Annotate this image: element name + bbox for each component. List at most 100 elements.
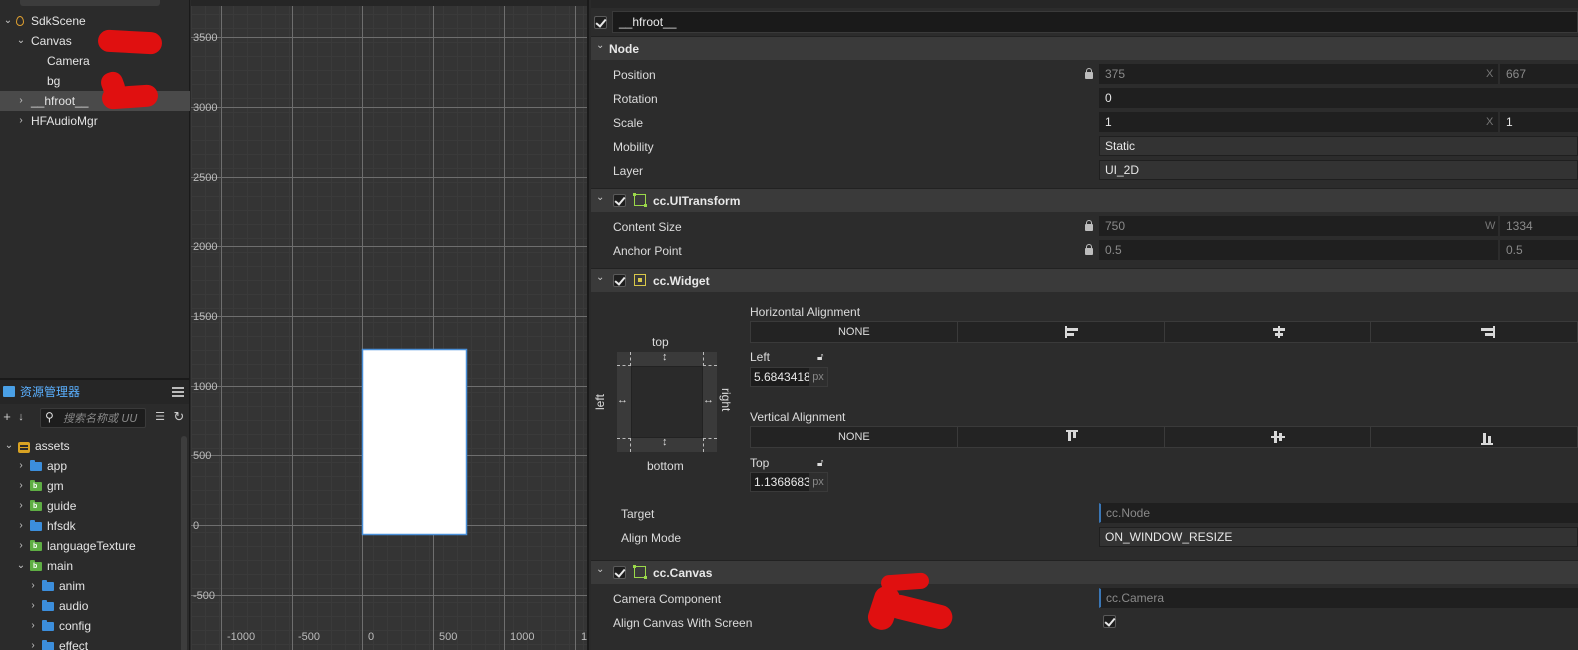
arrow-vertical-icon[interactable]: ↕ <box>662 436 668 448</box>
chevron-right-icon[interactable]: › <box>15 456 27 476</box>
asset-item-audio[interactable]: › audio <box>0 596 189 616</box>
valign-none-button[interactable]: NONE <box>751 427 958 447</box>
chevron-down-icon[interactable]: ⌄ <box>2 11 14 31</box>
canvas-bounds <box>361 348 468 536</box>
chevron-down-icon[interactable]: ⌄ <box>3 436 15 456</box>
arrow-horizontal-icon[interactable]: ↔ <box>617 394 628 406</box>
chevron-right-icon[interactable]: › <box>15 496 27 516</box>
chevron-down-icon[interactable]: ⌄ <box>596 564 604 575</box>
valign-middle-button[interactable] <box>1165 427 1372 447</box>
corner-tl <box>617 352 631 366</box>
asset-item-app[interactable]: › app <box>0 456 189 476</box>
target-field[interactable]: cc.Node <box>1099 503 1578 523</box>
chevron-right-icon[interactable]: › <box>15 91 27 111</box>
position-label: Position <box>613 68 656 82</box>
arrow-horizontal-icon[interactable]: ↔ <box>703 394 714 406</box>
tree-item-hfroot[interactable]: › __hfroot__ <box>0 91 190 111</box>
refresh-icon[interactable]: ↻ <box>172 409 186 425</box>
scale-x-field[interactable]: 1 <box>1099 112 1498 132</box>
layer-select[interactable]: UI_2D <box>1099 160 1578 180</box>
rotation-field[interactable]: 0 <box>1099 88 1578 108</box>
asset-item-assets[interactable]: ⌄ assets <box>0 436 189 456</box>
asset-item-guide[interactable]: › b guide <box>0 496 189 516</box>
horizontal-alignment-bar: NONE <box>750 321 1578 343</box>
x-tick-label: 1000 <box>510 631 534 643</box>
arrow-vertical-icon[interactable]: ↕ <box>662 351 668 363</box>
chevron-down-icon[interactable]: ⌄ <box>596 192 604 203</box>
section-canvas[interactable]: ⌄ cc.Canvas <box>591 560 1578 584</box>
halign-center-button[interactable] <box>1165 322 1372 342</box>
camera-component-field[interactable]: cc.Camera <box>1099 588 1578 608</box>
chevron-right-icon[interactable]: › <box>15 516 27 536</box>
chevron-right-icon[interactable]: › <box>27 636 39 650</box>
lock-icon[interactable] <box>1085 220 1093 231</box>
chevron-right-icon[interactable]: › <box>15 476 27 496</box>
chevron-down-icon[interactable]: ⌄ <box>15 31 27 51</box>
chevron-right-icon[interactable]: › <box>27 596 39 616</box>
chevron-down-icon[interactable]: ⌄ <box>15 556 27 576</box>
section-node[interactable]: ⌄ Node <box>591 36 1578 60</box>
list-view-icon[interactable]: ☰ <box>153 409 167 425</box>
content-height-field[interactable]: 1334 <box>1500 216 1578 236</box>
tree-item-hfaudiomgr[interactable]: › HFAudioMgr <box>0 111 190 131</box>
asset-item-main[interactable]: ⌄ b main <box>0 556 189 576</box>
lock-icon[interactable] <box>1085 244 1093 255</box>
canvas-enabled-checkbox[interactable] <box>613 566 626 579</box>
asset-item-gm[interactable]: › b gm <box>0 476 189 496</box>
uitransform-enabled-checkbox[interactable] <box>613 194 626 207</box>
top-offset-input[interactable]: 1.1368683 px <box>750 472 828 492</box>
anchor-y-field[interactable]: 0.5 <box>1500 240 1578 260</box>
halign-right-button[interactable] <box>1371 322 1577 342</box>
chevron-right-icon[interactable]: › <box>27 576 39 596</box>
asset-item-label: effect <box>59 639 89 650</box>
mobility-select[interactable]: Static <box>1099 136 1578 156</box>
asset-item-languagetexture[interactable]: › b languageTexture <box>0 536 189 556</box>
section-uitransform[interactable]: ⌄ cc.UITransform <box>591 188 1578 212</box>
node-active-checkbox[interactable] <box>594 16 607 29</box>
widget-box-top-label: top <box>652 335 669 349</box>
top-unit-label: px <box>809 473 827 491</box>
unlock-icon[interactable]: 🔓︎ <box>817 352 823 363</box>
align-mode-select[interactable]: ON_WINDOW_RESIZE <box>1099 527 1578 547</box>
target-label: Target <box>621 507 655 521</box>
menu-icon[interactable] <box>172 387 184 397</box>
asset-item-effect[interactable]: › effect <box>0 636 189 650</box>
unlock-icon[interactable]: 🔓︎ <box>817 458 823 469</box>
widget-alignment-box[interactable]: ↕ ↕ ↔ ↔ <box>617 351 717 452</box>
chevron-down-icon[interactable]: ⌄ <box>596 40 604 51</box>
chevron-right-icon[interactable]: › <box>15 111 27 131</box>
y-tick-label: -500 <box>193 590 215 602</box>
tab-assets[interactable]: 资源管理器 <box>0 380 80 404</box>
halign-left-button[interactable] <box>958 322 1165 342</box>
top-label: Top <box>750 456 770 470</box>
node-name-input[interactable]: __hfroot__ <box>612 11 1578 33</box>
anchor-x-field[interactable]: 0.5 <box>1099 240 1498 260</box>
chevron-right-icon[interactable]: › <box>27 616 39 636</box>
assets-search[interactable]: ⚲ <box>40 408 146 428</box>
asset-item-hfsdk[interactable]: › hfsdk <box>0 516 189 536</box>
scale-y-field[interactable]: 1 <box>1500 112 1578 132</box>
left-offset-input[interactable]: 5.6843418 px <box>750 367 828 387</box>
asset-item-config[interactable]: › config <box>0 616 189 636</box>
tree-item-sdkscene[interactable]: ⌄ SdkScene <box>0 11 190 31</box>
valign-bottom-button[interactable] <box>1371 427 1577 447</box>
position-x-field[interactable]: 375 <box>1099 64 1498 84</box>
halign-none-button[interactable]: NONE <box>751 322 958 342</box>
align-canvas-checkbox[interactable] <box>1103 615 1116 628</box>
content-width-field[interactable]: 750 <box>1099 216 1498 236</box>
scene-view[interactable]: 3500 3000 2500 2000 1500 1000 500 0 -500 -1000 -50… <box>191 0 589 650</box>
sort-icon[interactable]: ↓ <box>14 409 28 425</box>
section-widget[interactable]: ⌄ cc.Widget <box>591 268 1578 292</box>
chevron-down-icon[interactable]: ⌄ <box>596 272 604 283</box>
asset-item-anim[interactable]: › anim <box>0 576 189 596</box>
lock-icon[interactable] <box>1085 68 1093 79</box>
chevron-right-icon[interactable]: › <box>15 536 27 556</box>
assets-search-input[interactable] <box>63 410 145 426</box>
valign-top-button[interactable] <box>958 427 1165 447</box>
hierarchy-search-input[interactable] <box>20 0 160 6</box>
position-y-field[interactable]: 667 <box>1500 64 1578 84</box>
add-icon[interactable]: + <box>0 409 14 425</box>
widget-enabled-checkbox[interactable] <box>613 274 626 287</box>
tree-item-camera[interactable]: Camera <box>0 51 190 71</box>
tree-item-bg[interactable]: bg <box>0 71 190 91</box>
